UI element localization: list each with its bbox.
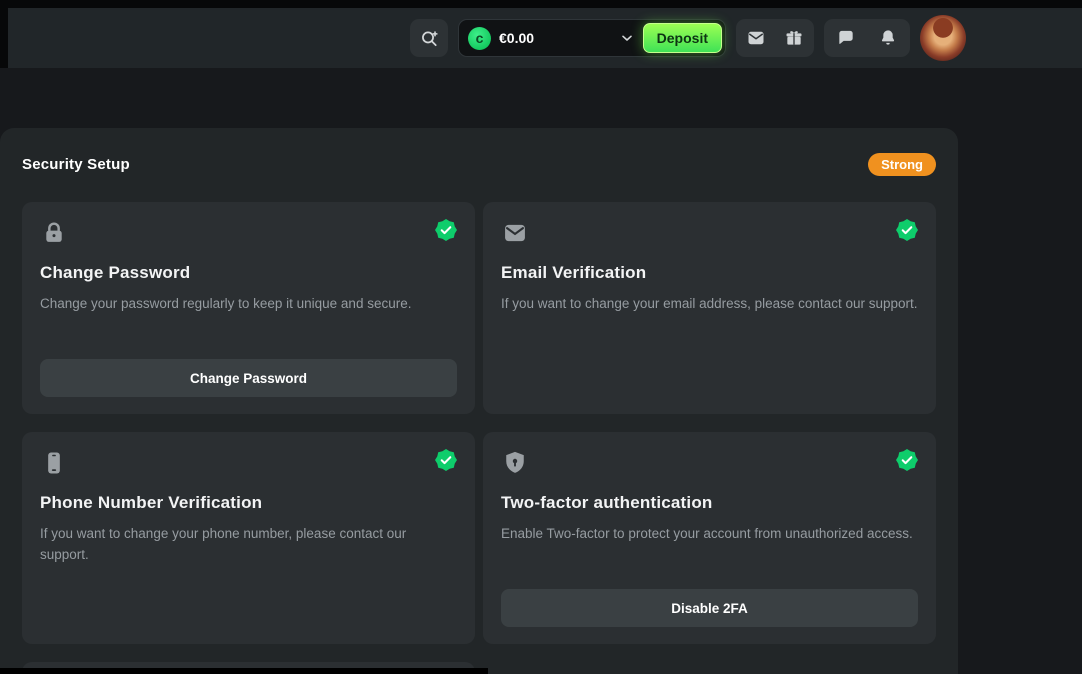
mail-icon (746, 28, 766, 48)
chevron-down-icon (619, 30, 635, 46)
page-title: Security Setup (22, 156, 130, 173)
card-title: Two-factor authentication (501, 493, 918, 513)
notifications-button[interactable] (869, 19, 907, 57)
bell-icon (878, 28, 898, 48)
search-plus-icon (419, 28, 440, 49)
phone-icon (40, 449, 68, 477)
password-strength-badge: Strong (868, 153, 936, 176)
shield-keyhole-icon (501, 449, 529, 477)
card-two-factor: Two-factor authentication Enable Two-fac… (483, 432, 936, 644)
security-panel: Security Setup Strong (0, 128, 958, 674)
card-title: Email Verification (501, 263, 918, 283)
card-description: If you want to change your phone number,… (40, 523, 457, 565)
chat-icon (836, 28, 856, 48)
card-email-verification: Email Verification If you want to change… (483, 202, 936, 414)
coin-icon: c (468, 27, 491, 50)
panel-header: Security Setup Strong (0, 128, 958, 176)
chat-button[interactable] (827, 19, 865, 57)
wallet-balance: €0.00 (499, 30, 534, 46)
window-edge (0, 668, 488, 674)
topbar: c €0.00 Deposit (8, 8, 1082, 68)
verified-check-icon (896, 219, 918, 241)
card-description: If you want to change your email address… (501, 293, 918, 314)
verified-check-icon (896, 449, 918, 471)
wallet-balance-dropdown[interactable]: c €0.00 Deposit (458, 19, 726, 57)
page-background: Security Setup Strong (0, 68, 1082, 674)
mail-button[interactable] (737, 19, 775, 57)
user-avatar[interactable] (920, 15, 966, 61)
security-cards-grid: Change Password Change your password reg… (22, 202, 936, 674)
gift-icon (784, 28, 804, 48)
card-change-password: Change Password Change your password reg… (22, 202, 475, 414)
lock-icon (40, 219, 68, 247)
card-title: Change Password (40, 263, 457, 283)
mail-gift-group (736, 19, 814, 57)
search-button[interactable] (410, 19, 448, 57)
card-description: Change your password regularly to keep i… (40, 293, 457, 314)
chat-bell-group (824, 19, 910, 57)
card-description: Enable Two-factor to protect your accoun… (501, 523, 918, 544)
disable-2fa-button[interactable]: Disable 2FA (501, 589, 918, 627)
verified-check-icon (435, 219, 457, 241)
change-password-button[interactable]: Change Password (40, 359, 457, 397)
card-phone-verification: Phone Number Verification If you want to… (22, 432, 475, 644)
card-title: Phone Number Verification (40, 493, 457, 513)
envelope-icon (501, 219, 529, 247)
gift-button[interactable] (775, 19, 813, 57)
deposit-button[interactable]: Deposit (643, 23, 722, 53)
verified-check-icon (435, 449, 457, 471)
